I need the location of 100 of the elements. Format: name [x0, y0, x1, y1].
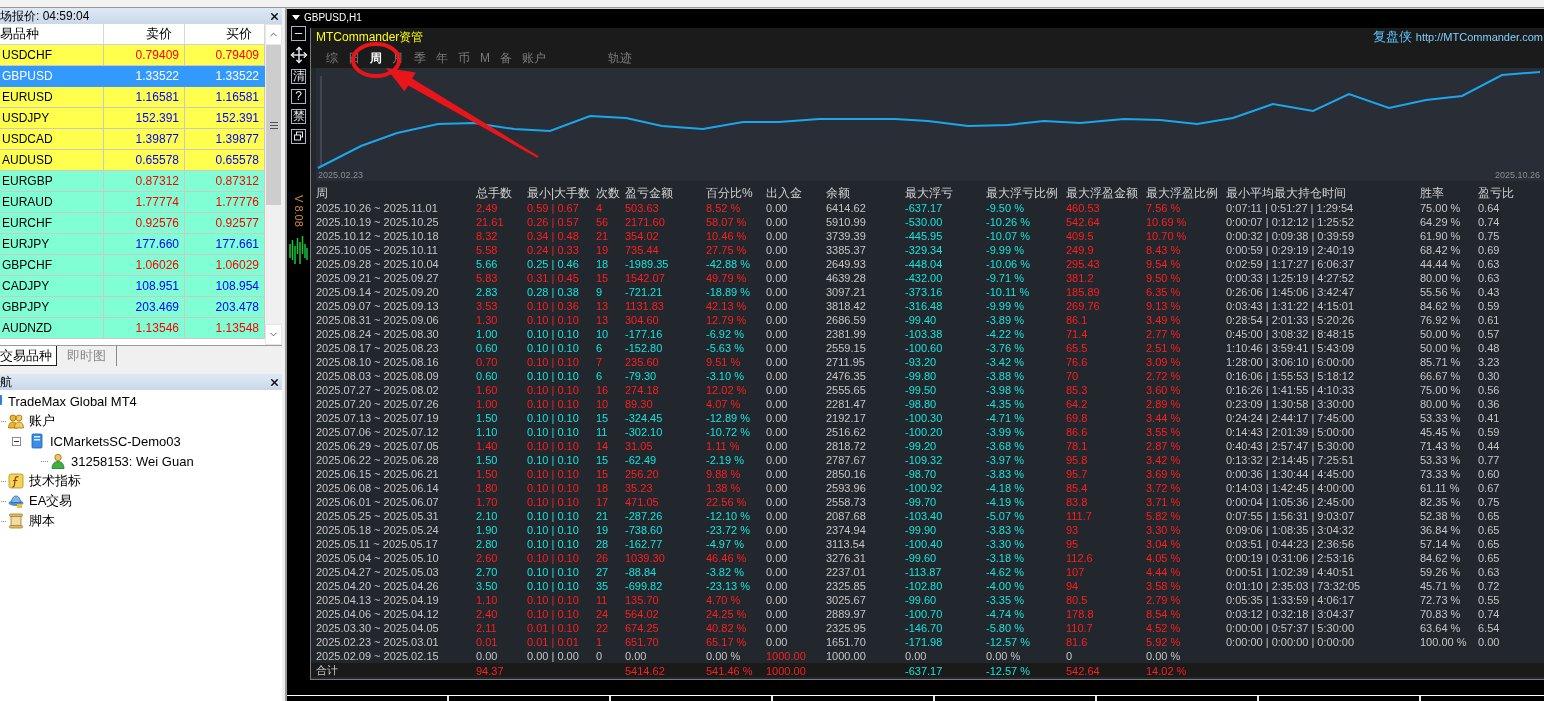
table-cell-text: 2025.06.22 ~ 2025.06.28: [316, 454, 440, 466]
toolbar-button[interactable]: 清: [291, 69, 306, 84]
table-cell-text: 4.52 %: [1146, 622, 1182, 634]
toolbar-button[interactable]: 禁: [291, 109, 306, 124]
quote-row[interactable]: EURAUD 1.77774 1.77776: [0, 192, 265, 213]
table-cell-text: 0.00: [766, 496, 789, 508]
table-cell-text: 2281.47: [826, 398, 867, 410]
table-cell-text: -100.70: [905, 608, 944, 620]
quote-row[interactable]: CADJPY 108.951 108.954: [0, 276, 265, 297]
table-cell-text: 0.59 | 0.67: [527, 202, 580, 214]
column-header: 周: [316, 185, 329, 202]
table-cell-text: 0:00:00 | 0:57:37 | 5:30:00: [1226, 622, 1356, 634]
table-cell-text: -3.83 %: [986, 468, 1025, 480]
table-cell-text: 14: [596, 440, 610, 452]
table-cell-text: 0.00: [476, 650, 499, 662]
quote-row[interactable]: USDCAD 1.39877 1.39877: [0, 129, 265, 150]
table-cell-text: 86.1: [1066, 314, 1089, 326]
tree-item[interactable]: 31258153: Wei Guan: [71, 453, 194, 469]
table-cell-text: 0.59: [1478, 300, 1501, 312]
restore-icon[interactable]: [291, 129, 306, 144]
table-cell-text: -100.20: [905, 426, 944, 438]
tab[interactable]: M: [475, 51, 495, 65]
table-cell-text: -3.97 %: [986, 454, 1025, 466]
table-cell-text: -5.07 %: [986, 510, 1025, 522]
table-cell-text: 24: [596, 608, 610, 620]
table-cell-text: -146.70: [905, 622, 944, 634]
table-cell-text: 0.00: [766, 272, 789, 284]
tab[interactable]: 年: [431, 51, 453, 65]
tab[interactable]: 交易品种: [0, 346, 57, 366]
tab[interactable]: 备: [495, 51, 517, 65]
quote-row[interactable]: AUDNZD 1.13546 1.13548: [0, 318, 265, 339]
tab[interactable]: 周: [365, 51, 387, 65]
collapse-icon[interactable]: [12, 436, 21, 446]
table-cell-text: 0.00: [1478, 636, 1501, 648]
tree-item[interactable]: 账户: [29, 412, 55, 430]
table-cell-text: -9.99 %: [986, 300, 1025, 312]
table-cell-text: 0:00:00 | 0:00:00 | 0:00:00: [1226, 636, 1356, 648]
table-cell-text: 2025.05.18 ~ 2025.05.24: [316, 524, 440, 536]
scrollbar-thumb[interactable]: [266, 45, 281, 205]
column-header[interactable]: 卖价: [104, 24, 185, 45]
tab[interactable]: 季: [409, 51, 431, 65]
tree-item[interactable]: TradeMax Global MT4: [8, 393, 137, 409]
table-cell-text: 1:28:00 | 3:06:10 | 6:00:00: [1226, 356, 1356, 368]
tree-item[interactable]: 技术指标: [29, 472, 81, 490]
tree-item[interactable]: 脚本: [29, 512, 55, 530]
table-cell-text: -3.88 %: [986, 370, 1025, 382]
table-cell-text: 135.70: [625, 594, 660, 606]
quote-row[interactable]: EURJPY 177.660 177.661: [0, 234, 265, 255]
table-cell-text: 295.43: [1066, 258, 1101, 270]
table-cell-text: 0:28:54 | 2:01:33 | 5:20:26: [1226, 314, 1356, 326]
quote-row[interactable]: EURCHF 0.92576 0.92577: [0, 213, 265, 234]
table-cell-text: 24.25 %: [706, 608, 748, 620]
tab[interactable]: 账户: [517, 51, 551, 65]
table-cell-text: 2025.07.27 ~ 2025.08.02: [316, 384, 440, 396]
quote-row[interactable]: GBPJPY 203.469 203.478: [0, 297, 265, 318]
tree-item[interactable]: ICMarketsSC-Demo03: [50, 433, 181, 449]
table-cell-text: -5.80 %: [986, 622, 1025, 634]
table-cell-text: 2025.06.08 ~ 2025.06.14: [316, 482, 440, 494]
table-cell-text: -162.77: [625, 538, 664, 550]
table-cell-text: -79.30: [625, 370, 658, 382]
table-cell-text: 86.6: [1066, 426, 1089, 438]
table-cell-text: 0.65: [1478, 552, 1501, 564]
quote-row[interactable]: USDCHF 0.79409 0.79409: [0, 45, 265, 66]
table-cell-text: 3.30 %: [1146, 524, 1182, 536]
table-cell-text: 69.8: [1066, 412, 1089, 424]
table-cell-text: 53.33 %: [1420, 412, 1462, 424]
column-header[interactable]: 买价: [185, 24, 265, 45]
table-cell-text: 2025.04.20 ~ 2025.04.26: [316, 580, 440, 592]
quote-row[interactable]: EURGBP 0.87312 0.87312: [0, 171, 265, 192]
table-cell-text: 84.62 %: [1420, 300, 1462, 312]
table-cell-text: 2025.05.04 ~ 2025.05.10: [316, 552, 440, 564]
table-cell-text: 3097.21: [826, 286, 867, 298]
quote-row[interactable]: AUDUSD 0.65578 0.65578: [0, 150, 265, 171]
website-link[interactable]: http://MTCommander.com: [1415, 31, 1543, 43]
tab[interactable]: 币: [453, 51, 475, 65]
tab[interactable]: 轨迹: [603, 51, 637, 65]
close-icon[interactable]: [269, 10, 280, 22]
caret-down-icon[interactable]: [292, 15, 300, 20]
table-cell-text: 2.80: [476, 538, 499, 550]
table-cell-text: 2476.35: [826, 370, 867, 382]
table-cell-text: 46.46 %: [706, 552, 748, 564]
quote-row[interactable]: GBPCHF 1.06026 1.06029: [0, 255, 265, 276]
table-cell-text: 0.10 | 0.10: [527, 356, 580, 368]
table-cell-text: 0.00: [766, 468, 789, 480]
quote-row[interactable]: EURUSD 1.16581 1.16581: [0, 87, 265, 108]
table-cell-text: 5.92 %: [1146, 636, 1182, 648]
minimize-button[interactable]: [291, 26, 306, 41]
tree-item[interactable]: EA交易: [29, 492, 73, 510]
quote-row[interactable]: USDJPY 152.391 152.391: [0, 108, 265, 129]
table-cell-text: 3025.67: [826, 594, 867, 606]
table-cell-text: 4639.28: [826, 272, 867, 284]
column-header[interactable]: 易品种: [0, 24, 104, 45]
table-cell-text: 70: [1066, 370, 1080, 382]
toolbar-button[interactable]: ?: [291, 89, 306, 104]
tab[interactable]: 综: [321, 51, 343, 65]
table-cell-text: 10.46 %: [706, 230, 748, 242]
move-icon[interactable]: [289, 46, 308, 64]
table-cell-text: 0.00: [766, 454, 789, 466]
close-icon[interactable]: [269, 376, 280, 388]
table-cell-text: 0.00: [766, 216, 789, 228]
